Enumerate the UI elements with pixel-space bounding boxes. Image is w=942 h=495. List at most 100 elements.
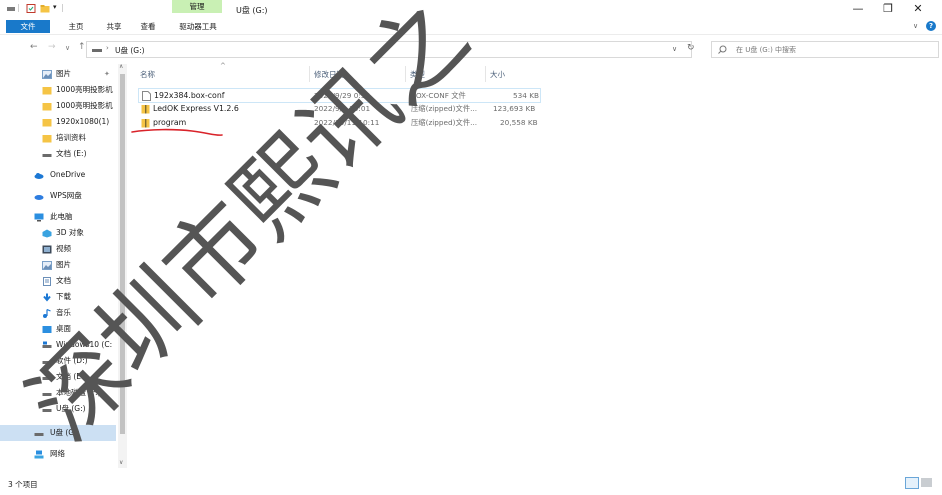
table-row[interactable]: LedOK Express V1.2.6 2022/9/9 15:01 压缩(z… <box>138 102 543 115</box>
column-header-date[interactable]: 修改日期 <box>314 69 344 80</box>
sidebar-item-music[interactable]: 音乐 <box>0 306 112 320</box>
sidebar-item-pictures-pinned[interactable]: 图片 ✦ <box>0 67 112 81</box>
column-header-type[interactable]: 类型 <box>410 69 425 80</box>
usb-drive-icon <box>42 409 52 412</box>
details-view-icon[interactable] <box>905 477 919 489</box>
scroll-down-icon[interactable]: ∨ <box>119 459 123 466</box>
column-divider[interactable] <box>405 66 406 82</box>
3d-objects-icon <box>42 229 52 238</box>
tab-home[interactable]: 主页 <box>64 20 88 33</box>
usb-drive-icon <box>34 433 44 436</box>
cloud-icon <box>34 173 44 179</box>
qat-separator: | <box>17 3 20 12</box>
up-arrow-icon[interactable]: ↑ <box>78 42 86 52</box>
large-icons-view-icon[interactable] <box>921 478 932 487</box>
network-icon <box>34 450 44 459</box>
file-size: 20,558 KB <box>500 118 538 127</box>
file-icon <box>142 91 151 101</box>
sidebar-item-drive-d[interactable]: 软件 (D:) <box>0 354 112 368</box>
status-bar: 3 个项目 <box>0 474 942 495</box>
sidebar-item-folder[interactable]: 1000亮明投影机 <box>0 99 113 113</box>
pictures-icon <box>42 261 52 270</box>
sidebar-item-drive-f[interactable]: 本地磁盘 (F:) <box>0 386 112 400</box>
sidebar-item-drive-g[interactable]: U盘 (G:) <box>0 402 112 416</box>
close-button[interactable]: ✕ <box>906 2 930 16</box>
tab-share[interactable]: 共享 <box>102 20 126 33</box>
sidebar-item-onedrive[interactable]: OneDrive <box>0 168 112 182</box>
forward-arrow-icon[interactable]: → <box>48 42 56 52</box>
address-bar[interactable]: › U盘 (G:) ∨ ↻ <box>86 41 695 58</box>
sidebar-item-folder[interactable]: 1920x1080(1) <box>0 115 112 129</box>
tab-file[interactable]: 文件 <box>6 20 50 33</box>
minimize-button[interactable]: — <box>846 2 870 16</box>
address-row: ← → ∨ ↑ › U盘 (G:) ∨ ↻ 在 U盘 (G:) 中搜索 <box>0 36 942 60</box>
column-divider[interactable] <box>485 66 486 82</box>
drive-icon <box>42 377 52 380</box>
usb-drive-icon <box>92 49 102 52</box>
sidebar-item-desktop[interactable]: 桌面 <box>0 322 112 336</box>
title-bar: | ▾ | 管理 U盘 (G:) — ❐ ✕ <box>0 0 942 20</box>
folder-icon <box>42 87 52 95</box>
sidebar-item-wps[interactable]: WPS网盘 <box>0 189 112 203</box>
column-header-size[interactable]: 大小 <box>490 69 505 80</box>
sidebar-item-pictures[interactable]: 图片 <box>0 258 112 272</box>
file-type: 压缩(zipped)文件... <box>411 118 478 127</box>
search-input[interactable]: 在 U盘 (G:) 中搜索 <box>711 41 939 58</box>
sidebar-item-folder[interactable]: 1000亮明投影机 <box>0 83 113 97</box>
manage-tab[interactable]: 管理 <box>172 0 222 13</box>
search-placeholder: 在 U盘 (G:) 中搜索 <box>736 46 797 54</box>
file-name: LedOK Express V1.2.6 <box>153 104 239 113</box>
back-arrow-icon[interactable]: ← <box>30 42 38 52</box>
item-count: 3 个项目 <box>8 480 38 489</box>
qat-dropdown-icon[interactable]: ▾ <box>53 3 57 11</box>
new-folder-icon[interactable] <box>40 4 50 13</box>
qat-separator: | <box>61 3 64 12</box>
file-name: 192x384.box-conf <box>154 91 225 100</box>
ribbon-expand-icon[interactable]: ∨ <box>913 22 918 30</box>
column-header-name[interactable]: 名称 <box>140 69 155 80</box>
breadcrumb-separator-icon: › <box>106 44 109 52</box>
drive-icon <box>42 154 52 157</box>
windows-drive-icon <box>42 341 52 348</box>
scroll-up-icon[interactable]: ∧ <box>119 63 123 70</box>
refresh-icon[interactable]: ↻ <box>687 43 695 53</box>
scrollbar-thumb[interactable] <box>120 74 125 434</box>
file-date: 2022/10/11 10:11 <box>314 118 380 127</box>
window-title: U盘 (G:) <box>236 6 268 15</box>
sidebar-item-this-pc[interactable]: 此电脑 <box>0 210 112 224</box>
sidebar-item-folder[interactable]: 培训资料 <box>0 131 112 145</box>
desktop-icon <box>42 326 52 333</box>
sidebar-item-videos[interactable]: 视频 <box>0 242 112 256</box>
sidebar-item-drive-e[interactable]: 文档 (E:) <box>0 147 112 161</box>
recent-dropdown-icon[interactable]: ∨ <box>65 44 70 52</box>
column-divider[interactable] <box>309 66 310 82</box>
properties-icon[interactable] <box>26 4 36 13</box>
download-icon <box>43 293 51 302</box>
folder-icon <box>42 135 52 143</box>
tab-drive-tools[interactable]: 驱动器工具 <box>172 20 224 33</box>
zip-folder-icon <box>141 105 150 114</box>
sidebar-item-drive-c[interactable]: Windows10 (C: <box>0 338 116 352</box>
pictures-icon <box>42 70 52 79</box>
sidebar-item-documents[interactable]: 文档 <box>0 274 112 288</box>
tab-view[interactable]: 查看 <box>136 20 160 33</box>
drive-icon <box>42 393 52 396</box>
sidebar-item-downloads[interactable]: 下载 <box>0 290 112 304</box>
restore-button[interactable]: ❐ <box>876 2 900 16</box>
sidebar-item-drive-e[interactable]: 文档 (E:) <box>0 370 112 384</box>
table-row[interactable]: 192x384.box-conf 2022/9/29 0:38 BOX-CONF… <box>138 88 541 103</box>
help-icon[interactable]: ? <box>926 21 936 31</box>
file-type: 压缩(zipped)文件... <box>411 104 478 113</box>
breadcrumb-item[interactable]: U盘 (G:) <box>115 45 145 56</box>
folder-icon <box>42 103 52 111</box>
pin-icon[interactable]: ✦ <box>104 67 110 81</box>
pc-icon <box>34 213 44 222</box>
sidebar-item-usb-selected[interactable]: U盘 (G:) <box>0 425 116 441</box>
sidebar-item-network[interactable]: 网络 <box>0 447 112 461</box>
drive-icon[interactable] <box>6 4 16 13</box>
sidebar-item-3d-objects[interactable]: 3D 对象 <box>0 226 112 240</box>
address-dropdown-icon[interactable]: ∨ <box>672 45 677 53</box>
drive-icon <box>42 361 52 364</box>
sidebar-scrollbar[interactable]: ∧ ∨ <box>118 63 127 468</box>
folder-icon <box>42 119 52 127</box>
